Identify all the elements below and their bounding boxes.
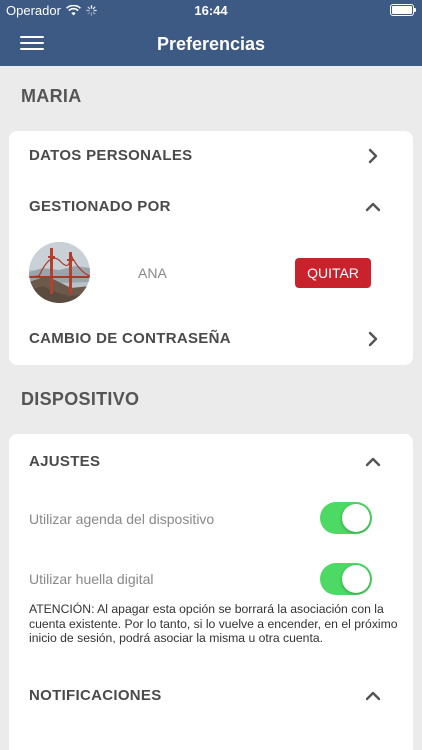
navigation-bar: Preferencias xyxy=(0,22,422,66)
chevron-up-icon xyxy=(365,691,381,701)
manager-name: ANA xyxy=(138,265,167,281)
remove-manager-button[interactable]: QUITAR xyxy=(295,258,371,288)
password-change-row[interactable]: CAMBIO DE CONTRASEÑA xyxy=(9,319,413,359)
avatar xyxy=(29,242,90,303)
status-bar: Operador 16:44 xyxy=(0,0,422,22)
user-section-title: MARIA xyxy=(21,86,82,106)
fingerprint-warning-text: ATENCIÓN: Al apagar esta opción se borra… xyxy=(29,602,398,645)
chevron-up-icon xyxy=(365,457,381,467)
use-fingerprint-label: Utilizar huella digital xyxy=(29,571,154,587)
chevron-right-icon xyxy=(368,148,378,164)
managed-by-label: GESTIONADO POR xyxy=(29,198,171,215)
settings-label: AJUSTES xyxy=(29,453,101,470)
password-change-label: CAMBIO DE CONTRASEÑA xyxy=(29,330,231,347)
use-fingerprint-toggle[interactable] xyxy=(320,563,372,595)
battery-icon xyxy=(390,4,416,16)
use-agenda-label: Utilizar agenda del dispositivo xyxy=(29,511,215,527)
device-card: AJUSTES Utilizar agenda del dispositivo … xyxy=(9,434,413,750)
personal-data-row[interactable]: DATOS PERSONALES xyxy=(9,136,413,176)
chevron-right-icon xyxy=(368,331,378,347)
device-section-title: DISPOSITIVO xyxy=(21,389,140,409)
chevron-up-icon xyxy=(365,202,381,212)
status-time: 16:44 xyxy=(194,3,228,18)
managed-by-row[interactable]: GESTIONADO POR xyxy=(9,187,413,227)
settings-row[interactable]: AJUSTES xyxy=(9,442,413,482)
personal-data-label: DATOS PERSONALES xyxy=(29,147,193,164)
use-agenda-toggle[interactable] xyxy=(320,502,372,534)
notifications-row[interactable]: NOTIFICACIONES xyxy=(9,676,413,716)
page-title: Preferencias xyxy=(156,34,266,54)
notifications-label: NOTIFICACIONES xyxy=(29,687,162,704)
account-card: DATOS PERSONALES GESTIONADO POR ANA QUIT… xyxy=(9,131,413,365)
